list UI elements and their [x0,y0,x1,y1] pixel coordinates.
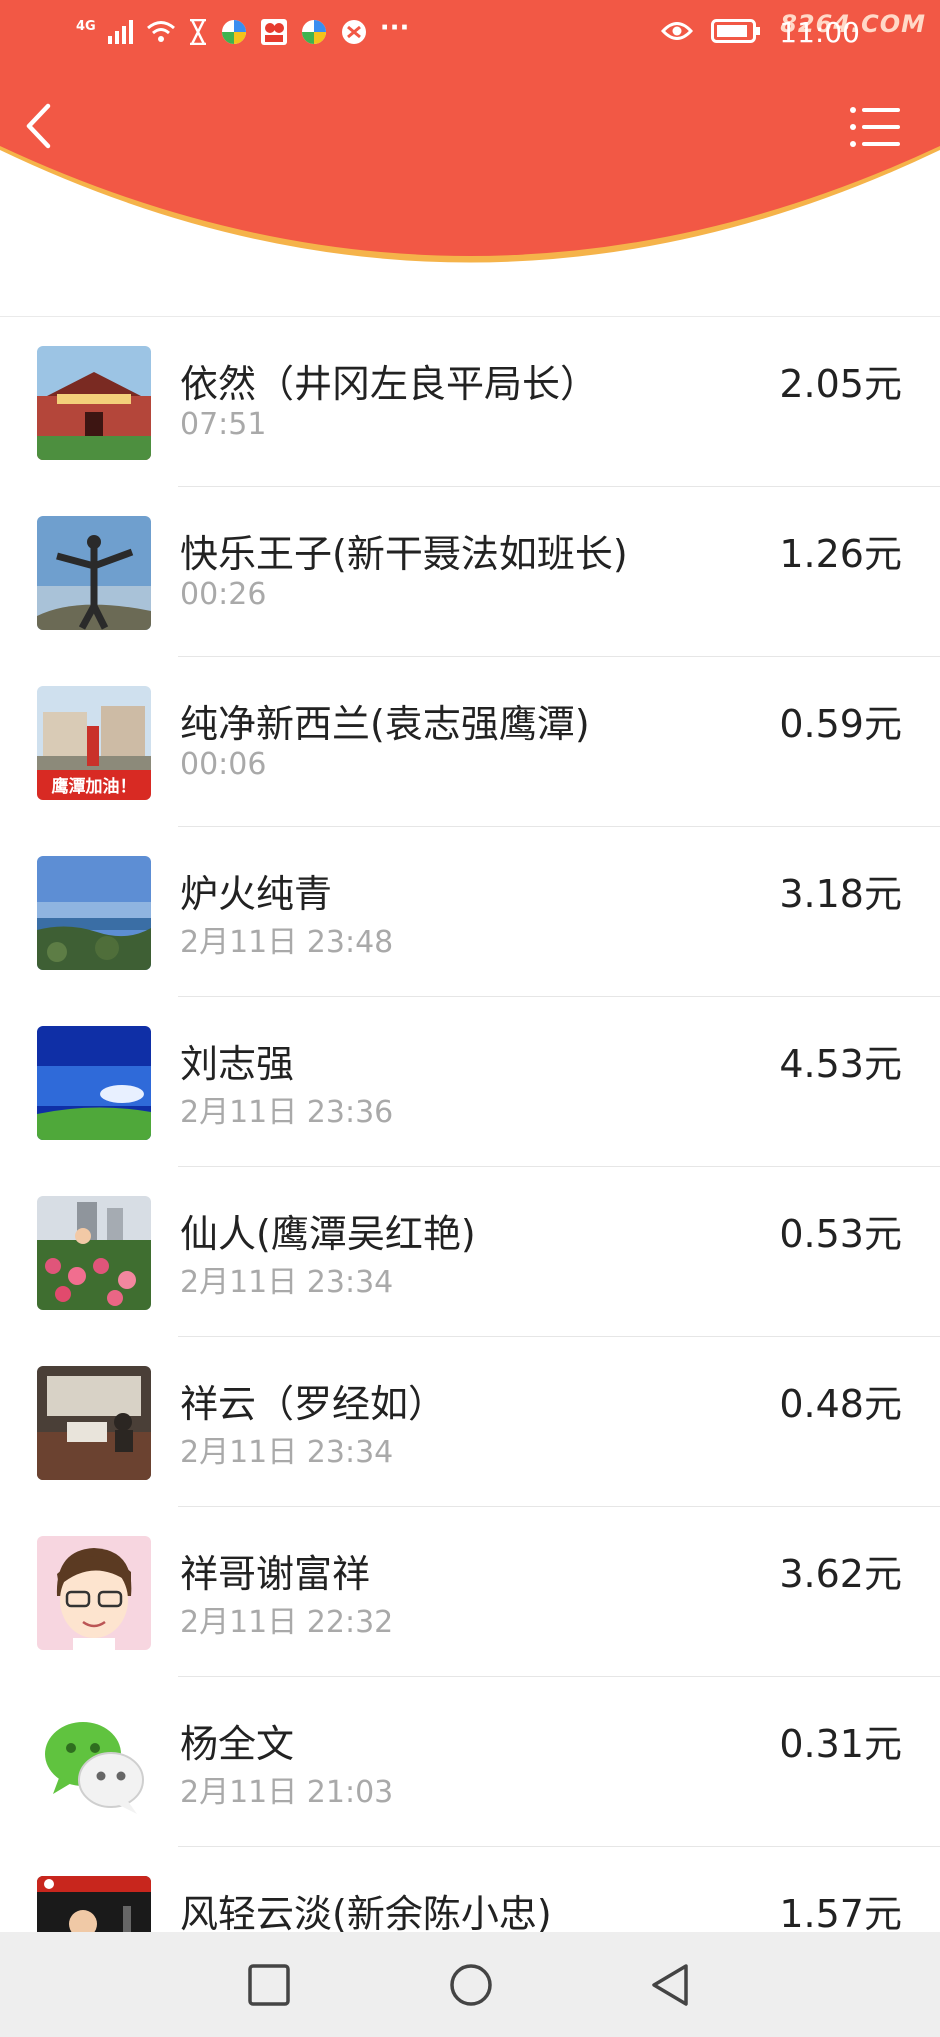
app-notification-icon [220,18,248,50]
amount: 0.59元 [779,702,902,746]
received-time: 2月11日 23:34 [180,1435,394,1470]
received-time: 07:51 [180,407,267,442]
list-item[interactable]: 炉火纯青 2月11日 23:48 3.18元 [0,827,940,997]
received-time: 2月11日 23:48 [180,925,394,960]
sync-app-icon [340,18,368,50]
triangle-back-icon [648,1964,694,2012]
amount: 2.05元 [779,362,902,406]
sender-name: 风轻云淡(新余陈小忠) [180,1892,552,1936]
amount: 0.53元 [779,1212,902,1256]
received-time: 2月11日 23:34 [180,1265,394,1300]
menu-button[interactable] [848,104,904,150]
battery-icon [711,18,761,47]
circle-home-icon [448,1964,494,2012]
list-item[interactable]: 刘志强 2月11日 23:36 4.53元 [0,997,940,1167]
status-bar: 4G ··· 11:00 [0,0,940,70]
list-item[interactable]: 祥云（罗经如） 2月11日 23:34 0.48元 [0,1337,940,1507]
list-menu-icon [848,107,904,154]
received-time: 00:26 [180,577,267,612]
amount: 1.26元 [779,532,902,576]
wifi-icon [146,20,176,48]
system-back-button[interactable] [648,1962,694,2008]
received-time: 2月11日 22:32 [180,1605,394,1640]
avatar [37,1026,151,1140]
app-notification-icon-2 [300,18,328,50]
sender-name: 祥云（罗经如） [180,1382,447,1426]
svg-text:鹰潭加油！: 鹰潭加油！ [52,776,137,797]
back-button[interactable] [14,98,64,158]
clock: 11:00 [779,16,860,49]
app-screen: 8264.COM 4G ··· 11:00 依然（井冈左良平局长） 07:51 … [0,0,940,2037]
sender-name: 快乐王子(新干聂法如班长) [180,532,628,576]
avatar [37,1536,151,1650]
avatar [37,1196,151,1310]
list-item[interactable]: 祥哥谢富祥 2月11日 22:32 3.62元 [0,1507,940,1677]
video-app-icon [260,18,288,50]
signal-icon [107,20,134,48]
hourglass-icon [188,18,208,49]
eye-icon [661,20,694,46]
avatar [37,856,151,970]
more-notifications: ··· [379,13,410,43]
list-item[interactable]: 杨全文 2月11日 21:03 0.31元 [0,1677,940,1847]
amount: 0.31元 [779,1722,902,1766]
received-time: 2月11日 23:36 [180,1095,394,1130]
system-navigation-bar [0,1932,940,2037]
list-item[interactable]: 依然（井冈左良平局长） 07:51 2.05元 [0,317,940,487]
sender-name: 祥哥谢富祥 [180,1552,371,1596]
avatar: 鹰潭加油！ [37,686,151,800]
amount: 4.53元 [779,1042,902,1086]
received-time: 00:06 [180,747,267,782]
avatar [37,346,151,460]
chevron-left-icon [24,103,54,153]
list-item[interactable]: 仙人(鹰潭吴红艳) 2月11日 23:34 0.53元 [0,1167,940,1337]
sender-name: 纯净新西兰(袁志强鹰潭) [180,702,590,746]
red-packet-record-list: 依然（井冈左良平局长） 07:51 2.05元 快乐王子(新干聂法如班长) 00… [0,316,940,2017]
home-button[interactable] [448,1962,494,2008]
amount: 0.48元 [779,1382,902,1426]
list-item[interactable]: 鹰潭加油！ 纯净新西兰(袁志强鹰潭) 00:06 0.59元 [0,657,940,827]
sender-name: 杨全文 [180,1722,295,1766]
amount: 3.62元 [779,1552,902,1596]
avatar [37,1706,151,1820]
list-item[interactable]: 快乐王子(新干聂法如班长) 00:26 1.26元 [0,487,940,657]
avatar [37,516,151,630]
network-type: 4G [76,18,96,34]
sender-name: 炉火纯青 [180,872,333,916]
square-recent-icon [246,1964,292,2012]
recent-apps-button[interactable] [246,1962,292,2008]
amount: 3.18元 [779,872,902,916]
avatar [37,1366,151,1480]
amount: 1.57元 [779,1892,902,1936]
sender-name: 刘志强 [180,1042,295,1086]
sender-name: 依然（井冈左良平局长） [180,362,599,406]
sender-name: 仙人(鹰潭吴红艳) [180,1212,476,1256]
received-time: 2月11日 21:03 [180,1775,394,1810]
